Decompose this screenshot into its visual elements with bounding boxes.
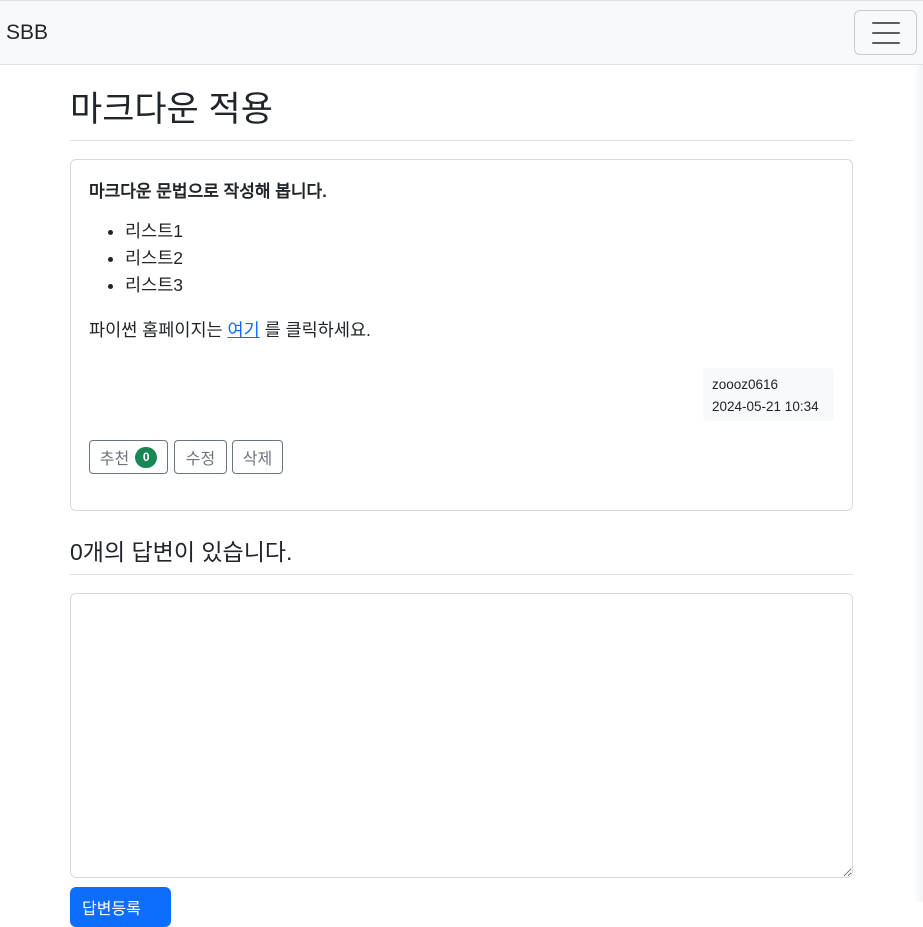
created-date: 2024-05-21 10:34 (712, 399, 819, 414)
answer-submit-button[interactable]: 답변등록 (70, 887, 171, 927)
author-info-badge: zoooz0616 2024-05-21 10:34 (703, 368, 834, 421)
question-card: 마크다운 문법으로 작성해 봅니다. 리스트1 리스트2 리스트3 파이썬 홈페… (70, 159, 853, 511)
recommend-count-badge: 0 (135, 446, 158, 468)
content-list: 리스트1 리스트2 리스트3 (89, 218, 834, 299)
python-homepage-link[interactable]: 여기 (228, 320, 260, 340)
brand-link[interactable]: SBB (6, 20, 48, 46)
question-content: 마크다운 문법으로 작성해 봅니다. 리스트1 리스트2 리스트3 파이썬 홈페… (89, 180, 834, 343)
content-strong-text: 마크다운 문법으로 작성해 봅니다. (89, 182, 327, 201)
question-title: 마크다운 적용 (70, 88, 853, 141)
content-paragraph: 파이썬 홈페이지는 여기 를 클릭하세요. (89, 317, 834, 343)
recommend-label: 추천 (99, 451, 130, 468)
modify-button[interactable]: 수정 (174, 440, 227, 474)
answer-count-heading: 0개의 답변이 있습니다. (70, 536, 853, 575)
paragraph-text-before: 파이썬 홈페이지는 (89, 320, 228, 340)
list-item: 리스트2 (125, 245, 834, 272)
recommend-button[interactable]: 추천 0 (89, 440, 168, 474)
paragraph-text-after: 를 클릭하세요. (259, 320, 371, 340)
hamburger-menu-icon (871, 21, 900, 44)
author-name: zoooz0616 (712, 377, 779, 392)
page-edge-shade (914, 65, 923, 902)
delete-button[interactable]: 삭제 (232, 440, 283, 474)
navbar-toggler-button[interactable] (854, 10, 917, 55)
list-item: 리스트1 (125, 218, 834, 245)
answer-content-textarea[interactable] (70, 593, 853, 878)
list-item: 리스트3 (125, 272, 834, 299)
navbar: SBB (0, 0, 923, 65)
